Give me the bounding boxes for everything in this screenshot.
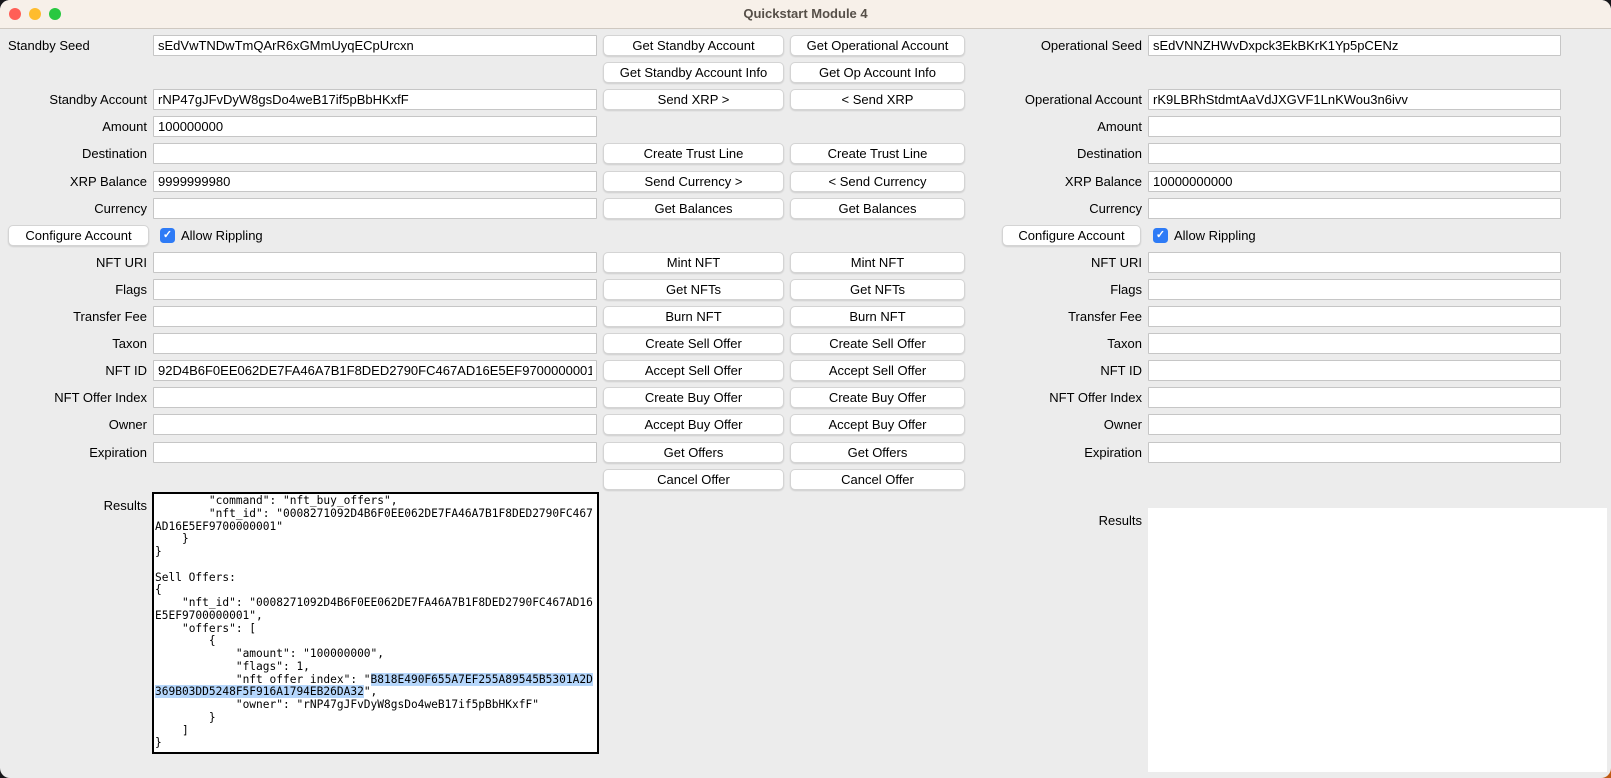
send-xrp-right-button[interactable]: Send XRP >: [603, 89, 784, 110]
standby-expiration-label: Expiration: [0, 442, 147, 463]
operational-currency-label: Currency: [900, 198, 1142, 219]
burn-nft-standby-button[interactable]: Burn NFT: [603, 306, 784, 327]
configure-account-operational-button[interactable]: Configure Account: [1002, 225, 1141, 246]
create-buy-offer-standby-button[interactable]: Create Buy Offer: [603, 387, 784, 408]
checkmark-icon: ✓: [1156, 228, 1165, 243]
get-nfts-standby-button[interactable]: Get NFTs: [603, 279, 784, 300]
app-window: Quickstart Module 4 Standby Seed Standby…: [0, 0, 1611, 778]
create-trust-line-standby-button[interactable]: Create Trust Line: [603, 143, 784, 164]
operational-taxon-label: Taxon: [900, 333, 1142, 354]
get-standby-account-info-button[interactable]: Get Standby Account Info: [603, 62, 784, 83]
standby-xrp-balance-label: XRP Balance: [0, 171, 147, 192]
operational-expiration-label: Expiration: [900, 442, 1142, 463]
operational-destination-label: Destination: [900, 143, 1142, 164]
operational-transfer-fee-input[interactable]: [1148, 306, 1561, 327]
allow-rippling-standby-checkbox[interactable]: ✓: [160, 228, 175, 243]
standby-nft-uri-label: NFT URI: [0, 252, 147, 273]
standby-taxon-label: Taxon: [0, 333, 147, 354]
standby-owner-input[interactable]: [153, 414, 597, 435]
standby-currency-label: Currency: [0, 198, 147, 219]
operational-transfer-fee-label: Transfer Fee: [900, 306, 1142, 327]
operational-amount-input[interactable]: [1148, 116, 1561, 137]
operational-nft-uri-label: NFT URI: [900, 252, 1142, 273]
cancel-offer-standby-button[interactable]: Cancel Offer: [603, 469, 784, 490]
operational-taxon-input[interactable]: [1148, 333, 1561, 354]
operational-owner-label: Owner: [900, 414, 1142, 435]
standby-amount-input[interactable]: [153, 116, 597, 137]
standby-xrp-balance-input[interactable]: [153, 171, 597, 192]
operational-nft-uri-input[interactable]: [1148, 252, 1561, 273]
operational-account-input[interactable]: [1148, 89, 1561, 110]
get-offers-standby-button[interactable]: Get Offers: [603, 442, 784, 463]
get-op-account-info-button[interactable]: Get Op Account Info: [790, 62, 965, 83]
accept-sell-offer-standby-button[interactable]: Accept Sell Offer: [603, 360, 784, 381]
operational-currency-input[interactable]: [1148, 198, 1561, 219]
standby-account-label: Standby Account: [0, 89, 147, 110]
operational-amount-label: Amount: [900, 116, 1142, 137]
operational-nft-id-label: NFT ID: [900, 360, 1142, 381]
allow-rippling-standby-label: Allow Rippling: [181, 225, 263, 246]
standby-results-text: "command": "nft_buy_offers", "nft_id": "…: [154, 494, 597, 750]
window-title: Quickstart Module 4: [0, 0, 1611, 28]
standby-owner-label: Owner: [0, 414, 147, 435]
operational-flags-label: Flags: [900, 279, 1142, 300]
standby-amount-label: Amount: [0, 116, 147, 137]
standby-transfer-fee-label: Transfer Fee: [0, 306, 147, 327]
standby-nft-id-label: NFT ID: [0, 360, 147, 381]
standby-nft-uri-input[interactable]: [153, 252, 597, 273]
operational-destination-input[interactable]: [1148, 143, 1561, 164]
standby-results-label: Results: [0, 495, 147, 516]
standby-taxon-input[interactable]: [153, 333, 597, 354]
configure-account-standby-button[interactable]: Configure Account: [8, 225, 149, 246]
title-bar: Quickstart Module 4: [0, 0, 1611, 29]
standby-account-input[interactable]: [153, 89, 597, 110]
operational-expiration-input[interactable]: [1148, 442, 1561, 463]
mint-nft-standby-button[interactable]: Mint NFT: [603, 252, 784, 273]
standby-destination-label: Destination: [0, 143, 147, 164]
standby-results-textarea[interactable]: "command": "nft_buy_offers", "nft_id": "…: [152, 492, 599, 754]
accept-buy-offer-standby-button[interactable]: Accept Buy Offer: [603, 414, 784, 435]
allow-rippling-operational-label: Allow Rippling: [1174, 225, 1256, 246]
get-balances-standby-button[interactable]: Get Balances: [603, 198, 784, 219]
operational-xrp-balance-input[interactable]: [1148, 171, 1561, 192]
standby-flags-input[interactable]: [153, 279, 597, 300]
operational-seed-input[interactable]: [1148, 35, 1561, 56]
standby-currency-input[interactable]: [153, 198, 597, 219]
operational-nft-offer-index-label: NFT Offer Index: [900, 387, 1142, 408]
operational-nft-offer-index-input[interactable]: [1148, 387, 1561, 408]
allow-rippling-operational-checkbox[interactable]: ✓: [1153, 228, 1168, 243]
create-sell-offer-standby-button[interactable]: Create Sell Offer: [603, 333, 784, 354]
standby-seed-input[interactable]: [153, 35, 597, 56]
standby-seed-label: Standby Seed: [0, 35, 155, 56]
cancel-offer-operational-button[interactable]: Cancel Offer: [790, 469, 965, 490]
standby-destination-input[interactable]: [153, 143, 597, 164]
get-standby-account-button[interactable]: Get Standby Account: [603, 35, 784, 56]
standby-nft-id-input[interactable]: [153, 360, 597, 381]
operational-results-label: Results: [900, 510, 1142, 531]
operational-xrp-balance-label: XRP Balance: [900, 171, 1142, 192]
operational-seed-label: Operational Seed: [900, 35, 1142, 56]
operational-nft-id-input[interactable]: [1148, 360, 1561, 381]
operational-results-textarea[interactable]: [1148, 508, 1607, 772]
standby-transfer-fee-input[interactable]: [153, 306, 597, 327]
operational-owner-input[interactable]: [1148, 414, 1561, 435]
standby-nft-offer-index-input[interactable]: [153, 387, 597, 408]
standby-expiration-input[interactable]: [153, 442, 597, 463]
checkmark-icon: ✓: [163, 228, 172, 243]
operational-flags-input[interactable]: [1148, 279, 1561, 300]
standby-nft-offer-index-label: NFT Offer Index: [0, 387, 147, 408]
standby-flags-label: Flags: [0, 279, 147, 300]
send-currency-right-button[interactable]: Send Currency >: [603, 171, 784, 192]
operational-account-label: Operational Account: [900, 89, 1142, 110]
